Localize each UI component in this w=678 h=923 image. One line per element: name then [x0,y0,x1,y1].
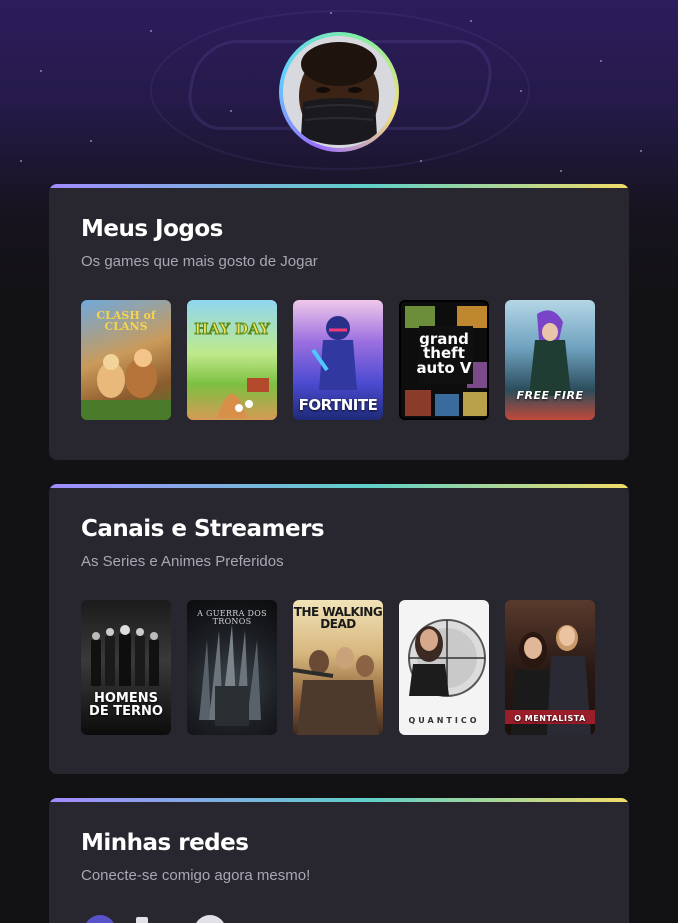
series-tile-quantico[interactable]: QUANTICO [399,600,489,735]
series-tile-label: O MENTALISTA [514,713,586,723]
series-tile-label-text: HOMENS DE TERNO [89,690,163,720]
instagram-link-icon[interactable] [136,917,148,923]
game-tile-clash-of-clans[interactable]: CLASH of CLANS [81,300,171,420]
social-title: Minhas redes [81,830,249,856]
profile-avatar [279,32,399,152]
series-card: Canais e Streamers As Series e Animes Pr… [49,484,629,774]
card-gradient-border [49,184,629,188]
social-card: Minhas redes Conecte-se comigo agora mes… [49,798,629,923]
series-tile-label: A GUERRA DOS TRONOS [197,609,267,626]
game-tile-label: HAY DAY [194,320,271,338]
avatar-photo [283,36,395,148]
games-subtitle: Os games que mais gosto de Jogar [81,253,318,270]
card-gradient-border [49,798,629,802]
game-tile-fortnite[interactable]: FORTNITE [293,300,383,420]
hay-day-cover-icon [217,378,269,418]
series-tile-label: THE WALKING DEAD [293,605,383,631]
series-list: HOMENS DE TERNO A GUERRA DOS TRONOS THE … [81,600,595,735]
series-tile-guerra-dos-tronos[interactable]: A GUERRA DOS TRONOS [187,600,277,735]
game-tile-gta-v[interactable]: grand theft auto V [399,300,489,420]
games-list: CLASH of CLANS HAY DAY FORTNITE grand th… [81,300,595,420]
game-tile-label: FORTNITE [298,396,378,415]
social-subtitle: Conecte-se comigo agora mesmo! [81,867,311,884]
games-title: Meus Jogos [81,216,223,242]
game-tile-label: grand theft auto V [416,330,472,377]
series-tile-label: QUANTICO [408,715,480,725]
games-card: Meus Jogos Os games que mais gosto de Jo… [49,184,629,460]
series-tile-label: HOMENS DE TERNO [87,690,165,735]
series-tile-mentalista[interactable]: O MENTALISTA [505,600,595,735]
game-tile-label: CLASH of CLANS [96,309,156,333]
game-tile-free-fire[interactable]: FREE FIRE [505,300,595,420]
game-tile-label: FREE FIRE [516,389,584,403]
avatar-person-illustration [283,36,395,148]
series-tile-walking-dead[interactable]: THE WALKING DEAD [293,600,383,735]
quantico-cover-icon [408,619,486,697]
card-gradient-border [49,484,629,488]
game-tile-hay-day[interactable]: HAY DAY [187,300,277,420]
series-title: Canais e Streamers [81,516,325,542]
series-subtitle: As Series e Animes Preferidos [81,553,284,570]
series-tile-homens-de-terno[interactable]: HOMENS DE TERNO [81,600,171,735]
